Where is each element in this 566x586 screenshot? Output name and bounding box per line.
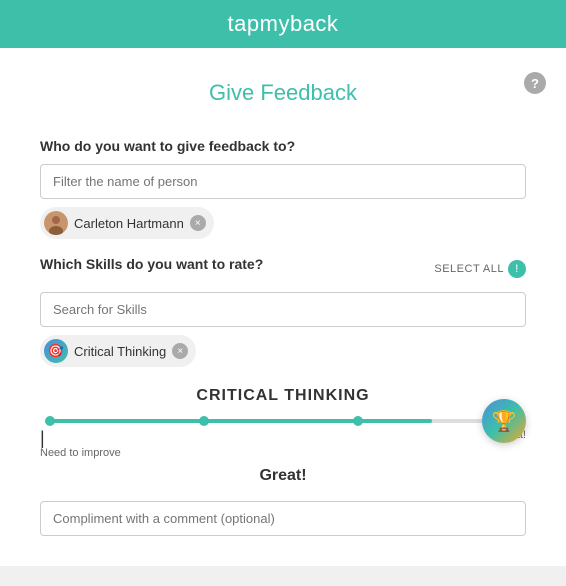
page-title-area: Give Feedback ? bbox=[0, 48, 566, 118]
recipient-chip: Carleton Hartmann × bbox=[40, 207, 214, 239]
slider-dot-start bbox=[45, 416, 55, 426]
skills-search-input[interactable] bbox=[40, 292, 526, 327]
slider-dot-mid1 bbox=[199, 416, 209, 426]
select-all-icon: ! bbox=[508, 260, 526, 278]
page-title: Give Feedback bbox=[209, 64, 357, 118]
recipient-input[interactable] bbox=[40, 164, 526, 199]
skill-name: Critical Thinking bbox=[74, 344, 166, 359]
comment-input[interactable] bbox=[40, 501, 526, 536]
main-card: Who do you want to give feedback to? Car… bbox=[0, 118, 566, 566]
recipient-section: Who do you want to give feedback to? Car… bbox=[40, 138, 526, 240]
slider-dot-mid2 bbox=[353, 416, 363, 426]
skills-label: Which Skills do you want to rate? bbox=[40, 256, 263, 272]
slider-label-left: | Need to improve bbox=[40, 429, 121, 459]
rating-value: Great! bbox=[40, 467, 526, 485]
skills-header: Which Skills do you want to rate? SELECT… bbox=[40, 256, 526, 282]
recipient-remove-button[interactable]: × bbox=[190, 215, 206, 231]
slider-track: 🏆 bbox=[50, 419, 516, 423]
skill-icon: 🎯 bbox=[44, 339, 68, 363]
select-all-button[interactable]: SELECT ALL ! bbox=[434, 260, 526, 278]
slider-container: 🏆 bbox=[40, 419, 526, 423]
skill-remove-button[interactable]: × bbox=[172, 343, 188, 359]
skill-rating-title: CRITICAL THINKING bbox=[40, 387, 526, 405]
app-header: tapmyback bbox=[0, 0, 566, 48]
recipient-avatar bbox=[44, 211, 68, 235]
app-logo: tapmyback bbox=[228, 11, 339, 37]
skill-chip: 🎯 Critical Thinking × bbox=[40, 335, 196, 367]
skills-section: Which Skills do you want to rate? SELECT… bbox=[40, 256, 526, 367]
recipient-label: Who do you want to give feedback to? bbox=[40, 138, 526, 154]
help-icon[interactable]: ? bbox=[524, 72, 546, 94]
avatar-image bbox=[44, 211, 68, 235]
slider-fill bbox=[50, 419, 432, 423]
skill-rating-section: CRITICAL THINKING 🏆 | Need to improve Gr… bbox=[40, 387, 526, 485]
recipient-name: Carleton Hartmann bbox=[74, 216, 184, 231]
select-all-label: SELECT ALL bbox=[434, 263, 504, 275]
slider-thumb[interactable]: 🏆 bbox=[482, 399, 526, 443]
slider-labels: | Need to improve Great! bbox=[40, 429, 526, 459]
